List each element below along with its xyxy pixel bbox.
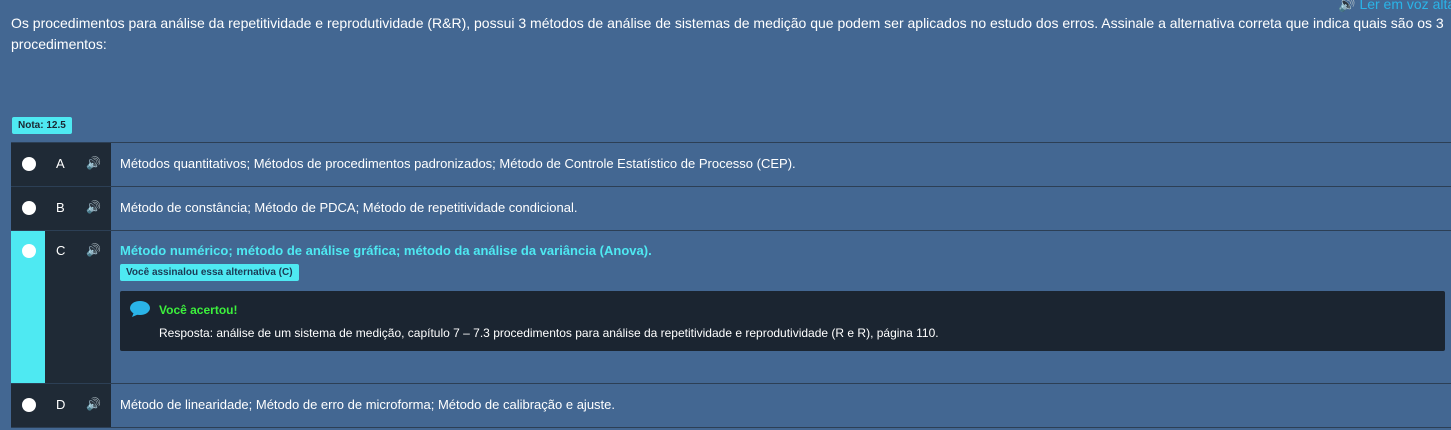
option-b-controls: B 🔊 — [11, 187, 111, 230]
option-d-body: Método de linearidade; Método de erro de… — [111, 384, 1451, 427]
option-b-letter: B — [56, 200, 65, 215]
speaker-icon[interactable]: 🔊 — [86, 397, 101, 411]
option-c-body: Método numérico; método de análise gráfi… — [111, 231, 1451, 383]
feedback-panel: Você acertou! Resposta: análise de um si… — [120, 291, 1445, 351]
feedback-title: Você acertou! — [159, 303, 238, 317]
option-c-letter: C — [56, 243, 66, 258]
speaker-icon[interactable]: 🔊 — [86, 200, 101, 214]
option-a-body: Métodos quantitativos; Métodos de proced… — [111, 143, 1451, 186]
option-a-letter: A — [56, 156, 65, 171]
option-d-controls: D 🔊 — [11, 384, 111, 427]
speaker-icon[interactable]: 🔊 — [86, 243, 101, 257]
option-b[interactable]: B 🔊 Método de constância; Método de PDCA… — [11, 186, 1451, 230]
read-aloud-button[interactable]: 🔊 Ler em voz alta — [1338, 0, 1451, 13]
option-d-text[interactable]: Método de linearidade; Método de erro de… — [120, 397, 615, 412]
option-c-radio[interactable] — [22, 244, 36, 258]
option-d[interactable]: D 🔊 Método de linearidade; Método de err… — [11, 383, 1451, 428]
option-a-radio[interactable] — [22, 157, 36, 171]
option-c[interactable]: C 🔊 Método numérico; método de análise g… — [11, 230, 1451, 383]
option-a[interactable]: A 🔊 Métodos quantitativos; Métodos de pr… — [11, 142, 1451, 186]
option-c-controls: C 🔊 — [11, 231, 111, 383]
grade-badge: Nota: 12.5 — [12, 117, 72, 134]
speech-bubble-icon — [130, 301, 150, 317]
options-list: A 🔊 Métodos quantitativos; Métodos de pr… — [11, 142, 1451, 428]
question-text: Os procedimentos para análise da repetit… — [11, 15, 1444, 52]
speaker-icon[interactable]: 🔊 — [86, 156, 101, 170]
option-b-text[interactable]: Método de constância; Método de PDCA; Mé… — [120, 200, 577, 215]
option-c-text[interactable]: Método numérico; método de análise gráfi… — [120, 243, 652, 258]
option-b-radio[interactable] — [22, 201, 36, 215]
selected-alternative-badge: Você assinalou essa alternativa (C) — [120, 264, 299, 281]
read-aloud-label: Ler em voz alta — [1359, 0, 1451, 12]
option-d-radio[interactable] — [22, 398, 36, 412]
option-a-text[interactable]: Métodos quantitativos; Métodos de proced… — [120, 156, 796, 171]
option-b-body: Método de constância; Método de PDCA; Mé… — [111, 187, 1451, 230]
option-d-letter: D — [56, 397, 66, 412]
speaker-icon: 🔊 — [1338, 0, 1356, 12]
option-a-controls: A 🔊 — [11, 143, 111, 186]
feedback-text: Resposta: análise de um sistema de mediç… — [159, 326, 939, 340]
